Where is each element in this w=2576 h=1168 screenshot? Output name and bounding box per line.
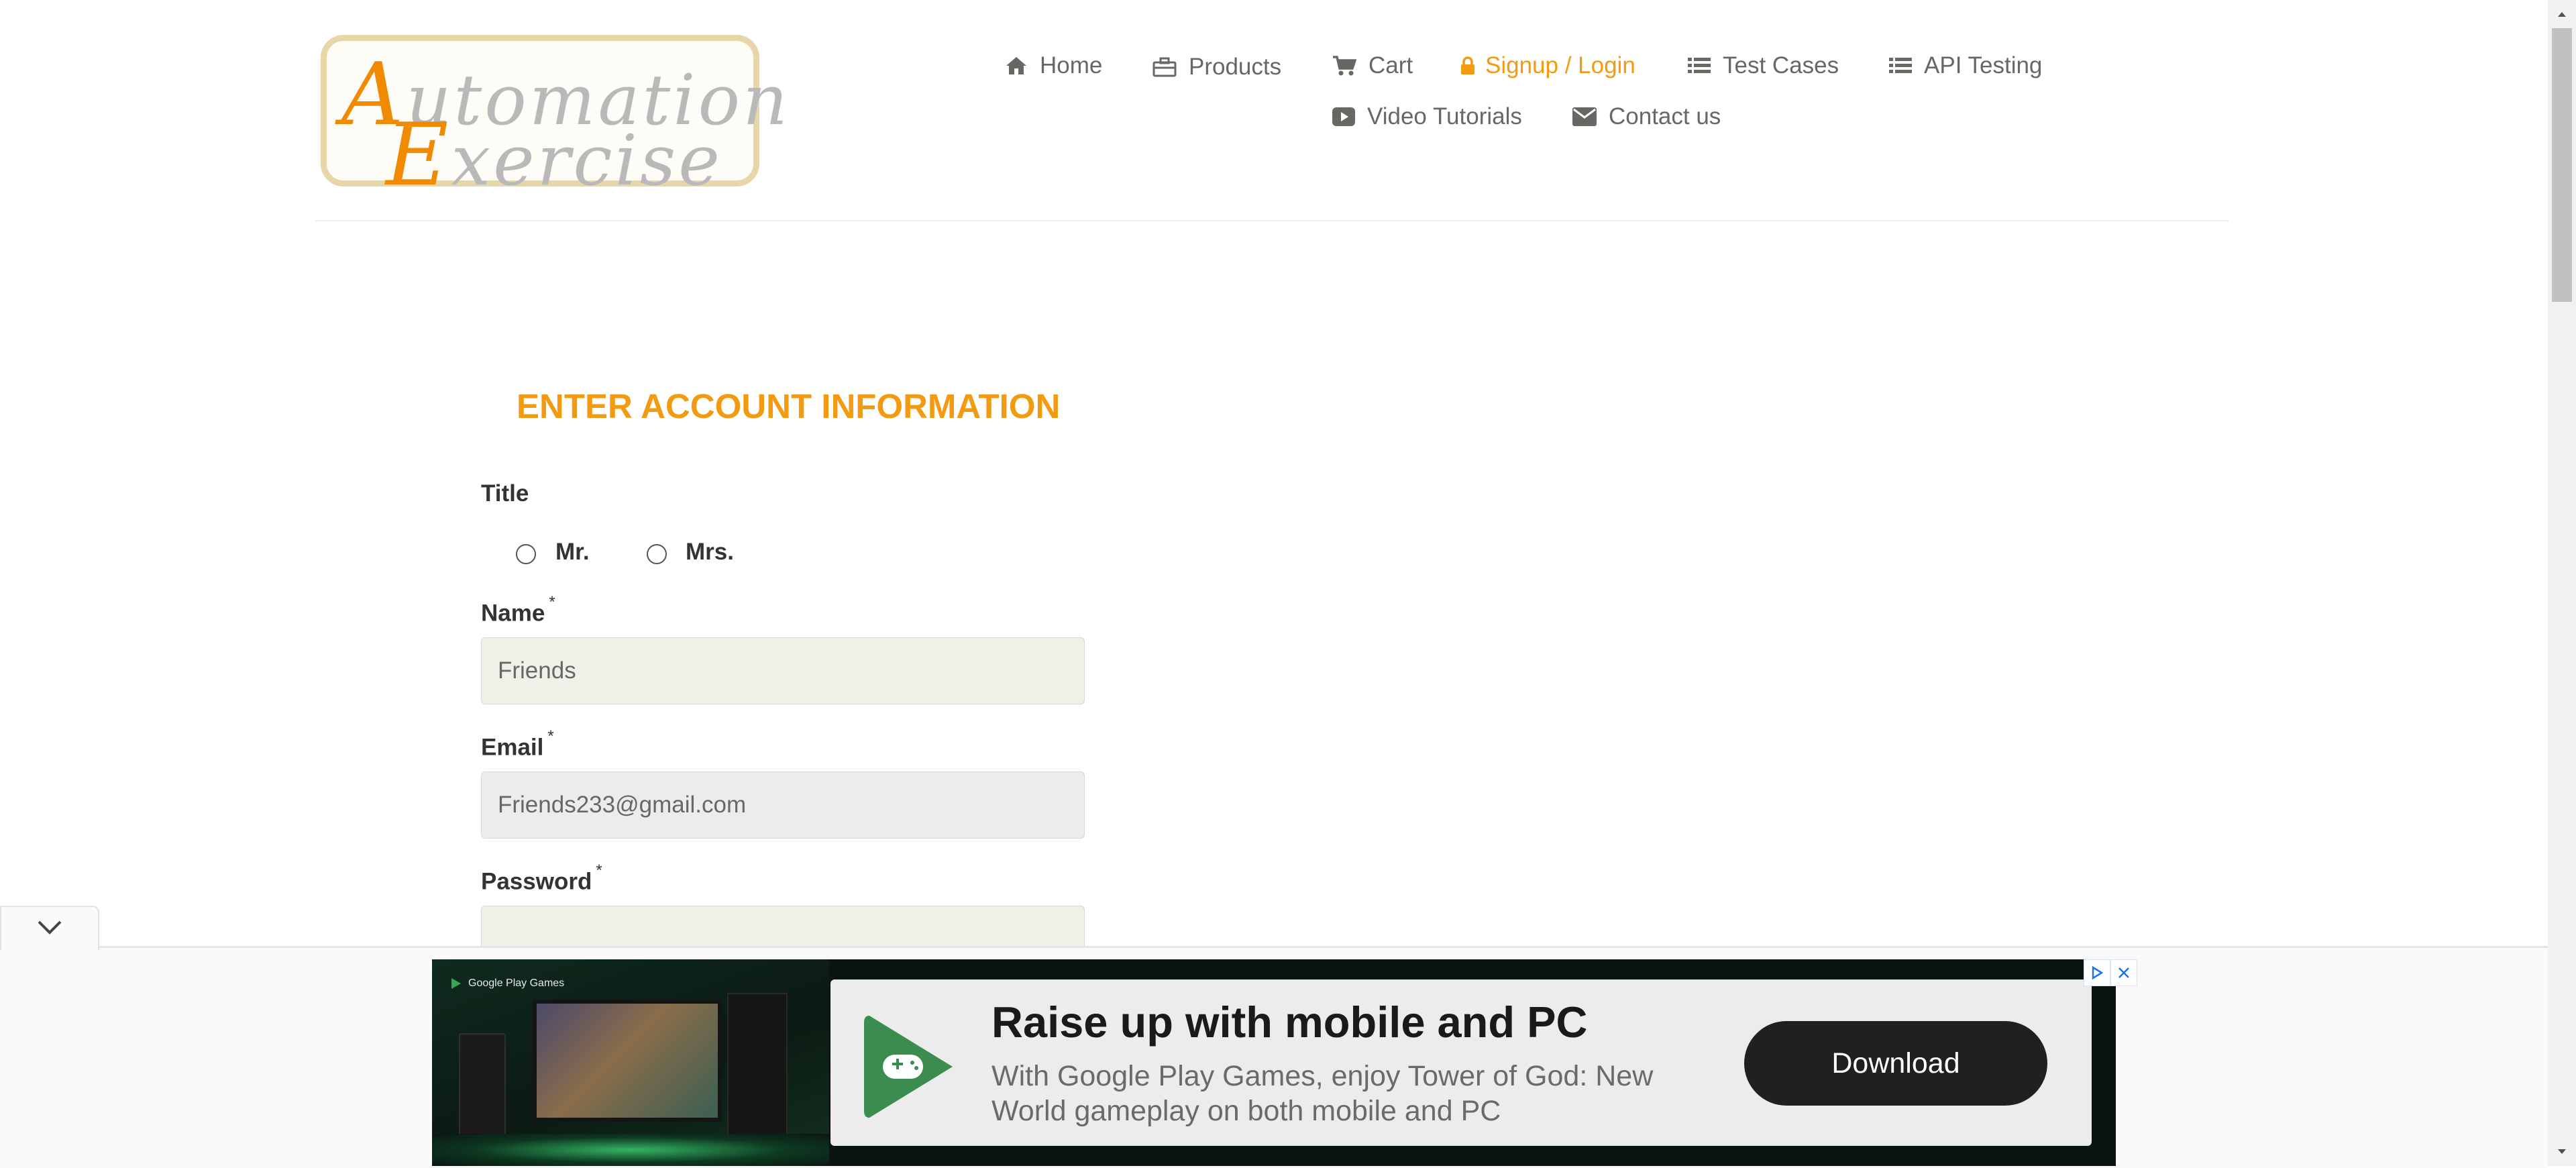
nav-signup-login-label: Signup / Login — [1485, 52, 1635, 78]
list-icon — [1688, 56, 1711, 75]
nav-video-tutorials[interactable]: Video Tutorials — [1332, 103, 1522, 130]
list-icon — [1889, 56, 1912, 75]
close-icon[interactable] — [2110, 959, 2137, 986]
scroll-thumb[interactable] — [2552, 28, 2572, 302]
ad-choices[interactable] — [2084, 959, 2137, 986]
name-label-text: Name — [481, 600, 545, 627]
video-icon — [1332, 107, 1355, 126]
lock-icon — [1460, 56, 1476, 76]
nav-cart-label: Cart — [1368, 52, 1413, 78]
email-input-value: Friends233@gmail.com — [498, 792, 747, 818]
nav-test-cases-label: Test Cases — [1723, 52, 1839, 78]
pc-tower — [727, 993, 788, 1143]
email-input[interactable]: Friends233@gmail.com — [481, 772, 1085, 839]
nav-contact-us-label: Contact us — [1609, 103, 1721, 129]
nav-home-label: Home — [1040, 52, 1103, 78]
ad-collapse-button[interactable] — [0, 906, 99, 950]
home-icon — [1005, 56, 1028, 76]
name-input[interactable]: Friends — [481, 637, 1085, 704]
google-play-games-icon — [863, 1013, 957, 1124]
email-label-text: Email — [481, 734, 544, 761]
nav-api-testing-label: API Testing — [1924, 52, 2043, 78]
title-mr-radio[interactable] — [516, 544, 536, 564]
nav-test-cases[interactable]: Test Cases — [1688, 52, 1839, 79]
title-mrs-radio[interactable] — [647, 544, 667, 564]
game-screen — [533, 1000, 722, 1122]
ad-headline: Raise up with mobile and PC — [991, 998, 1588, 1047]
nav-contact-us[interactable]: Contact us — [1572, 103, 1721, 130]
logo-letter-e: E — [386, 105, 451, 205]
logo-text-exercise: xercise — [451, 119, 722, 201]
ad-download-button[interactable]: Download — [1744, 1021, 2047, 1106]
ad-card[interactable]: Raise up with mobile and PC With Google … — [830, 979, 2092, 1146]
speaker-left — [459, 1033, 506, 1136]
desk-glow — [432, 1134, 829, 1166]
scroll-up-arrow[interactable] — [2548, 0, 2576, 28]
title-label: Title — [481, 480, 529, 507]
ad-banner[interactable]: Google Play Games Raise up with mobile a… — [432, 959, 2116, 1166]
name-input-value: Friends — [498, 657, 576, 684]
page-scrollbar[interactable] — [2548, 0, 2576, 1166]
google-play-games-icon — [449, 977, 463, 990]
nav-products-label: Products — [1189, 54, 1282, 80]
nav-signup-login[interactable]: Signup / Login — [1460, 52, 1635, 79]
nav-products[interactable]: Products — [1152, 54, 1281, 81]
chevron-down-icon — [36, 919, 63, 939]
password-label: Password * — [481, 861, 602, 896]
cart-icon — [1332, 55, 1356, 76]
ad-brand-badge-text: Google Play Games — [468, 977, 565, 989]
nav-video-tutorials-label: Video Tutorials — [1367, 103, 1522, 129]
required-mark: * — [549, 593, 555, 611]
site-logo[interactable]: Automation Exercise — [321, 35, 788, 205]
nav-api-testing[interactable]: API Testing — [1889, 52, 2042, 79]
required-mark: * — [596, 861, 602, 880]
scroll-down-arrow[interactable] — [2548, 1138, 2576, 1166]
nav-cart[interactable]: Cart — [1332, 52, 1413, 79]
form-heading: ENTER ACCOUNT INFORMATION — [517, 387, 1061, 425]
name-label: Name * — [481, 593, 555, 627]
header-divider — [315, 220, 2229, 221]
password-label-text: Password — [481, 868, 592, 895]
envelope-icon — [1572, 107, 1597, 126]
ad-image: Google Play Games — [432, 959, 829, 1166]
email-label: Email * — [481, 727, 554, 761]
required-mark: * — [547, 727, 554, 745]
nav-home[interactable]: Home — [1005, 52, 1102, 79]
adchoices-icon[interactable] — [2084, 959, 2110, 986]
products-icon — [1152, 57, 1177, 77]
title-mr-label[interactable]: Mr. — [555, 539, 590, 566]
title-mrs-label[interactable]: Mrs. — [686, 539, 734, 566]
ad-body-text: With Google Play Games, enjoy Tower of G… — [991, 1060, 1654, 1127]
ad-brand-badge: Google Play Games — [449, 977, 564, 990]
